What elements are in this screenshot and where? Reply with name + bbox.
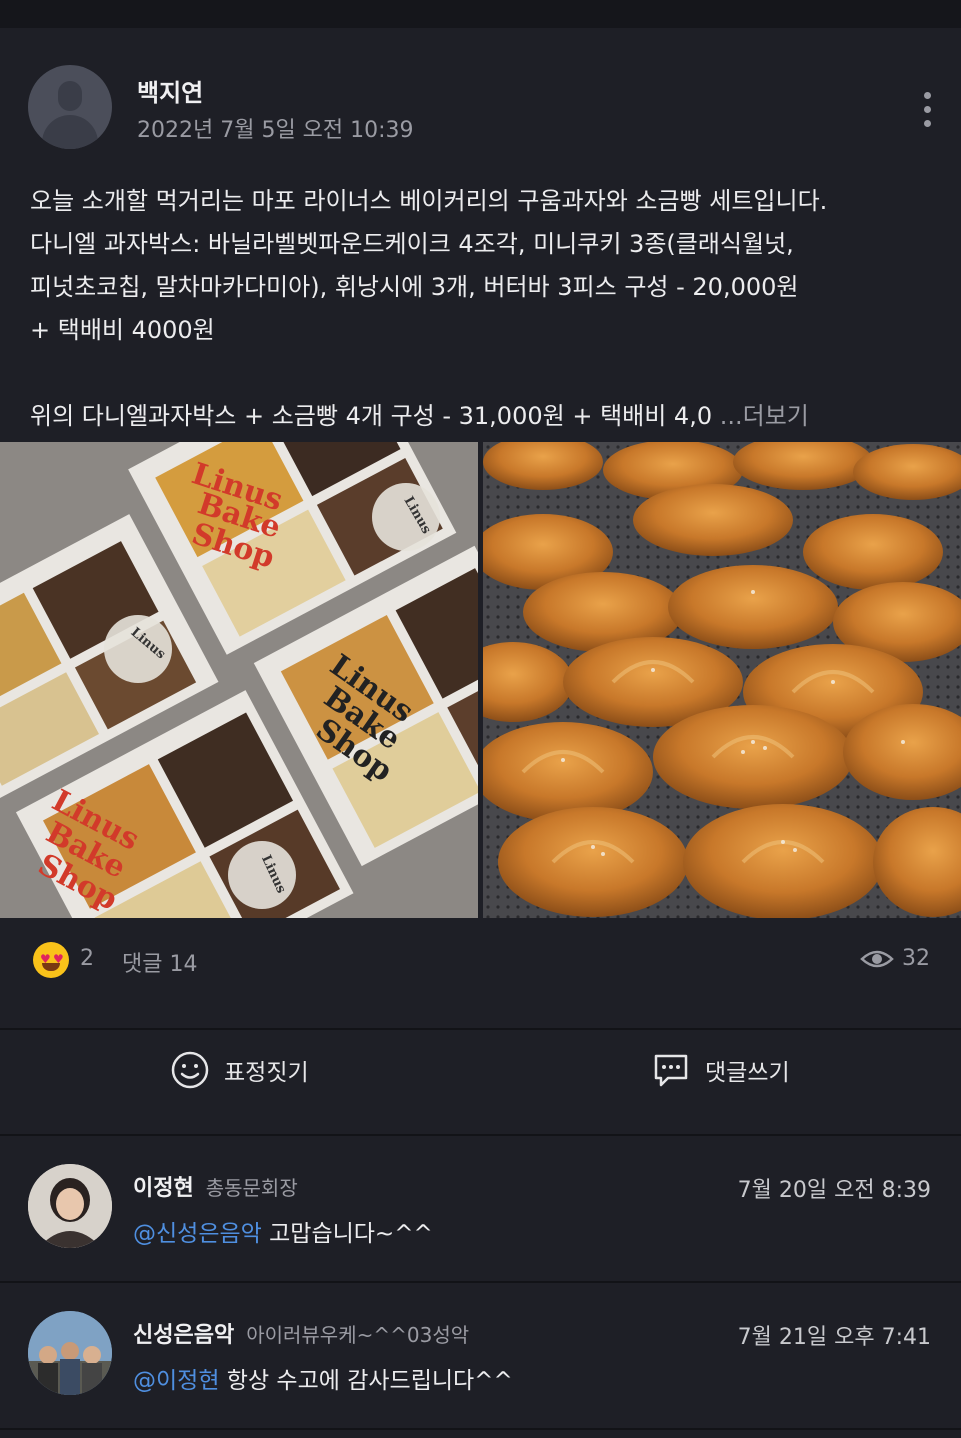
mention-link[interactable]: @이정현 [133, 1368, 219, 1394]
commenter-avatar[interactable] [28, 1164, 112, 1248]
post-timestamp: 2022년 7월 5일 오전 10:39 [137, 118, 414, 143]
avatar-placeholder-body [42, 115, 98, 149]
comment-message: 항상 수고에 감사드립니다^^ [226, 1368, 513, 1394]
react-button-label: 표정짓기 [224, 1060, 309, 1086]
commenter-name[interactable]: 신성은음악 아이러뷰우케~^^03성악 [133, 1317, 469, 1349]
author-avatar[interactable] [28, 65, 112, 149]
comment-count[interactable]: 댓글 14 [122, 946, 197, 978]
comment-text: @이정현 항상 수고에 감사드립니다^^ [133, 1361, 513, 1395]
post-line-text: 위의 다니엘과자박스 + 소금빵 4개 구성 - 31,000원 + 택배비 4… [30, 402, 713, 430]
read-more-link[interactable]: ...더보기 [720, 402, 809, 430]
divider [0, 1028, 961, 1030]
eye-icon [860, 950, 894, 968]
post-line: 피넛초코칩, 말차마카다미아), 휘낭시에 3개, 버터바 3피스 구성 - 2… [30, 273, 799, 301]
post-line: 오늘 소개할 먹거리는 마포 라이너스 베이커리의 구움과자와 소금빵 세트입니… [30, 187, 828, 215]
post-line: 다니엘 과자박스: 바닐라벨벳파운드케이크 4조각, 미니쿠키 3종(클래식월넛… [30, 230, 794, 258]
post-body: 오늘 소개할 먹거리는 마포 라이너스 베이커리의 구움과자와 소금빵 세트입니… [30, 180, 940, 438]
post-line: + 택배비 4000원 [30, 316, 215, 344]
react-button[interactable]: 표정짓기 [170, 1030, 309, 1110]
comment-item: 이정현 총동문회장 7월 20일 오전 8:39 @신성은음악 고맙습니다~^^ [0, 1136, 961, 1281]
commenter-name[interactable]: 이정현 총동문회장 [133, 1170, 298, 1202]
commenter-photo [28, 1164, 112, 1248]
comment-item: 신성은음악 아이러뷰우케~^^03성악 7월 21일 오후 7:41 @이정현 항… [0, 1283, 961, 1428]
comment-bubble-icon [654, 1054, 688, 1087]
post-stats-bar: ♥ ♥ 2 댓글 14 32 [0, 940, 961, 988]
commenter-avatar[interactable] [28, 1311, 112, 1395]
photo-salt-bread[interactable] [483, 442, 961, 918]
comment-message: 고맙습니다~^^ [269, 1221, 433, 1247]
heart-eyes-emoji-icon[interactable]: ♥ ♥ [33, 942, 69, 978]
pastry-boxes-image: Linus Bake Shop Linus Bake Shop Linus Ba… [0, 442, 478, 918]
comment-timestamp: 7월 20일 오전 8:39 [737, 1178, 931, 1203]
view-count-value: 32 [902, 946, 930, 971]
reaction-count: 2 [80, 946, 94, 971]
write-comment-label: 댓글쓰기 [705, 1060, 790, 1086]
more-options-icon[interactable] [912, 88, 946, 132]
post-line-truncated: 위의 다니엘과자박스 + 소금빵 4개 구성 - 31,000원 + 택배비 4… [30, 395, 940, 438]
avatar-placeholder-head [58, 81, 82, 111]
commenter-role: 총동문회장 [205, 1176, 298, 1200]
view-count: 32 [860, 946, 930, 971]
commenter-role: 아이러뷰우케~^^03성악 [246, 1323, 470, 1347]
mention-link[interactable]: @신성은음악 [133, 1221, 262, 1247]
photo-pastry-boxes[interactable]: Linus Bake Shop Linus Bake Shop Linus Ba… [0, 442, 478, 918]
commenter-name-text: 이정현 [133, 1176, 194, 1201]
author-name[interactable]: 백지연 [137, 73, 203, 108]
comment-text: @신성은음악 고맙습니다~^^ [133, 1214, 433, 1248]
salt-bread-image [483, 442, 961, 918]
divider [0, 1428, 961, 1430]
status-bar-area [0, 0, 961, 28]
commenter-name-text: 신성은음악 [133, 1323, 235, 1348]
smile-icon [171, 1051, 209, 1089]
comment-timestamp: 7월 21일 오후 7:41 [737, 1325, 931, 1350]
write-comment-button[interactable]: 댓글쓰기 [651, 1030, 790, 1110]
commenter-group-photo [28, 1311, 112, 1395]
